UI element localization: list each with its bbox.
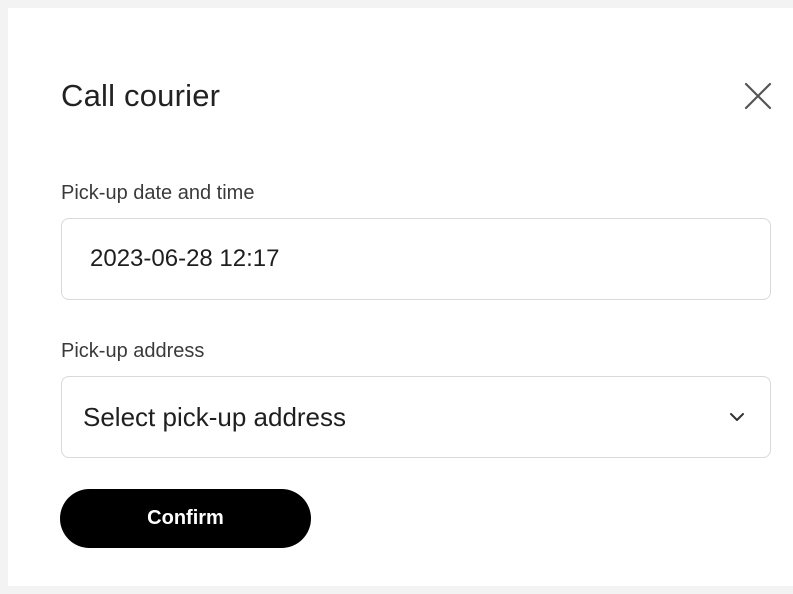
- close-button[interactable]: [738, 78, 778, 118]
- confirm-button-label: Confirm: [147, 507, 224, 529]
- dialog-title: Call courier: [61, 78, 221, 113]
- confirm-button[interactable]: Confirm: [60, 489, 311, 548]
- chevron-down-icon: [728, 411, 746, 423]
- pickup-date-input[interactable]: 2023-06-28 12:17: [61, 218, 771, 300]
- pickup-address-select[interactable]: Select pick-up address: [61, 376, 771, 458]
- pickup-address-placeholder: Select pick-up address: [83, 401, 347, 432]
- pickup-date-label: Pick-up date and time: [61, 182, 255, 204]
- pickup-address-label: Pick-up address: [61, 340, 205, 362]
- close-icon: [743, 81, 773, 116]
- call-courier-dialog: Call courier Pick-up date and time 2023-…: [8, 8, 793, 586]
- pickup-date-value: 2023-06-28 12:17: [90, 245, 280, 272]
